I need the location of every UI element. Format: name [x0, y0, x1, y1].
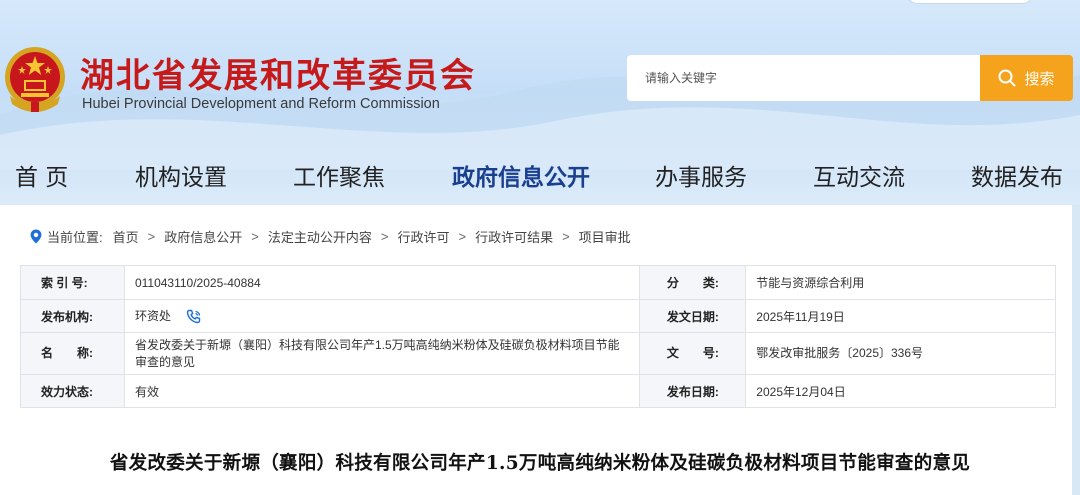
doc-no-value: 鄂发改审批服务〔2025〕336号 — [745, 332, 1056, 375]
document-info-table: 索 引 号: 011043110/2025-40884 分 类: 节能与资源综合… — [20, 265, 1056, 408]
location-pin-icon — [30, 229, 42, 243]
site-subtitle: Hubei Provincial Development and Reform … — [82, 96, 440, 112]
index-no-value: 011043110/2025-40884 — [123, 265, 641, 300]
nav-item-data-release[interactable]: 数据发布 — [971, 158, 1063, 192]
doc-no-label: 文 号: — [639, 332, 747, 375]
table-row: 名 称: 省发改委关于新塬（襄阳）科技有限公司年产1.5万吨高纯纳米粉体及硅碳负… — [20, 332, 1056, 375]
table-row: 效力状态: 有效 发布日期: 2025年12月04日 — [20, 374, 1056, 408]
search-icon — [998, 69, 1016, 87]
nav-item-interaction[interactable]: 互动交流 — [813, 158, 905, 192]
index-no-label: 索 引 号: — [20, 265, 125, 300]
publisher-value: 环资处 — [134, 309, 171, 324]
phone-icon[interactable] — [186, 309, 202, 325]
breadcrumb-separator: > — [562, 228, 570, 244]
top-utility-pill — [906, 0, 1034, 4]
category-label: 分 类: — [639, 265, 747, 300]
search-input[interactable] — [627, 55, 980, 101]
search-box — [627, 55, 980, 101]
nav-item-gov-info-disclosure[interactable]: 政府信息公开 — [452, 158, 590, 192]
search-button-label: 搜索 — [1024, 69, 1055, 88]
publisher-label: 发布机构: — [20, 299, 125, 333]
breadcrumb-item-home[interactable]: 首页 — [113, 227, 139, 246]
publisher-cell: 环资处 — [123, 299, 641, 333]
document-title: 省发改委关于新塬（襄阳）科技有限公司年产1.5万吨高纯纳米粉体及硅碳负极材料项目… — [109, 453, 971, 474]
national-emblem-icon — [5, 47, 65, 112]
category-value: 节能与资源综合利用 — [745, 265, 1056, 300]
breadcrumb-separator: > — [458, 228, 467, 244]
breadcrumb-separator: > — [147, 228, 156, 244]
breadcrumb-item-admin-permit[interactable]: 行政许可 — [397, 227, 449, 246]
status-label: 效力状态: — [20, 374, 125, 408]
publish-date-label: 发布日期: — [639, 374, 747, 408]
issue-date-value: 2025年11月19日 — [745, 299, 1056, 333]
table-row: 索 引 号: 011043110/2025-40884 分 类: 节能与资源综合… — [20, 265, 1056, 300]
breadcrumb-prefix: 当前位置: — [47, 229, 103, 245]
publish-date-value: 2025年12月04日 — [745, 374, 1056, 408]
nav-item-home[interactable]: 首 页 — [15, 158, 68, 192]
breadcrumb-item-permit-results[interactable]: 行政许可结果 — [475, 227, 553, 246]
name-value: 省发改委关于新塬（襄阳）科技有限公司年产1.5万吨高纯纳米粉体及硅碳负极材料项目… — [123, 332, 641, 375]
nav-item-organization[interactable]: 机构设置 — [135, 158, 227, 192]
breadcrumb-item-statutory[interactable]: 法定主动公开内容 — [268, 227, 372, 246]
table-row: 发布机构: 环资处 发文日期: 2025年11月19日 — [20, 299, 1056, 333]
breadcrumb-separator: > — [251, 228, 259, 244]
breadcrumb: 当前位置: 首页 > 政府信息公开 > 法定主动公开内容 > 行政许可 > 行政… — [30, 227, 631, 245]
issue-date-label: 发文日期: — [639, 299, 747, 333]
status-value: 有效 — [123, 374, 641, 408]
search-button[interactable]: 搜索 — [980, 55, 1073, 101]
site-title[interactable]: 湖北省发展和改革委员会 — [80, 48, 476, 97]
nav-item-services[interactable]: 办事服务 — [655, 158, 747, 192]
breadcrumb-item-project-approval[interactable]: 项目审批 — [579, 227, 631, 246]
name-label: 名 称: — [20, 332, 125, 375]
breadcrumb-separator: > — [380, 228, 389, 244]
nav-item-work-focus[interactable]: 工作聚焦 — [293, 158, 385, 192]
main-nav: 首 页 机构设置 工作聚焦 政府信息公开 办事服务 互动交流 数据发布 — [0, 158, 1080, 198]
breadcrumb-item-gov-info[interactable]: 政府信息公开 — [164, 227, 242, 246]
